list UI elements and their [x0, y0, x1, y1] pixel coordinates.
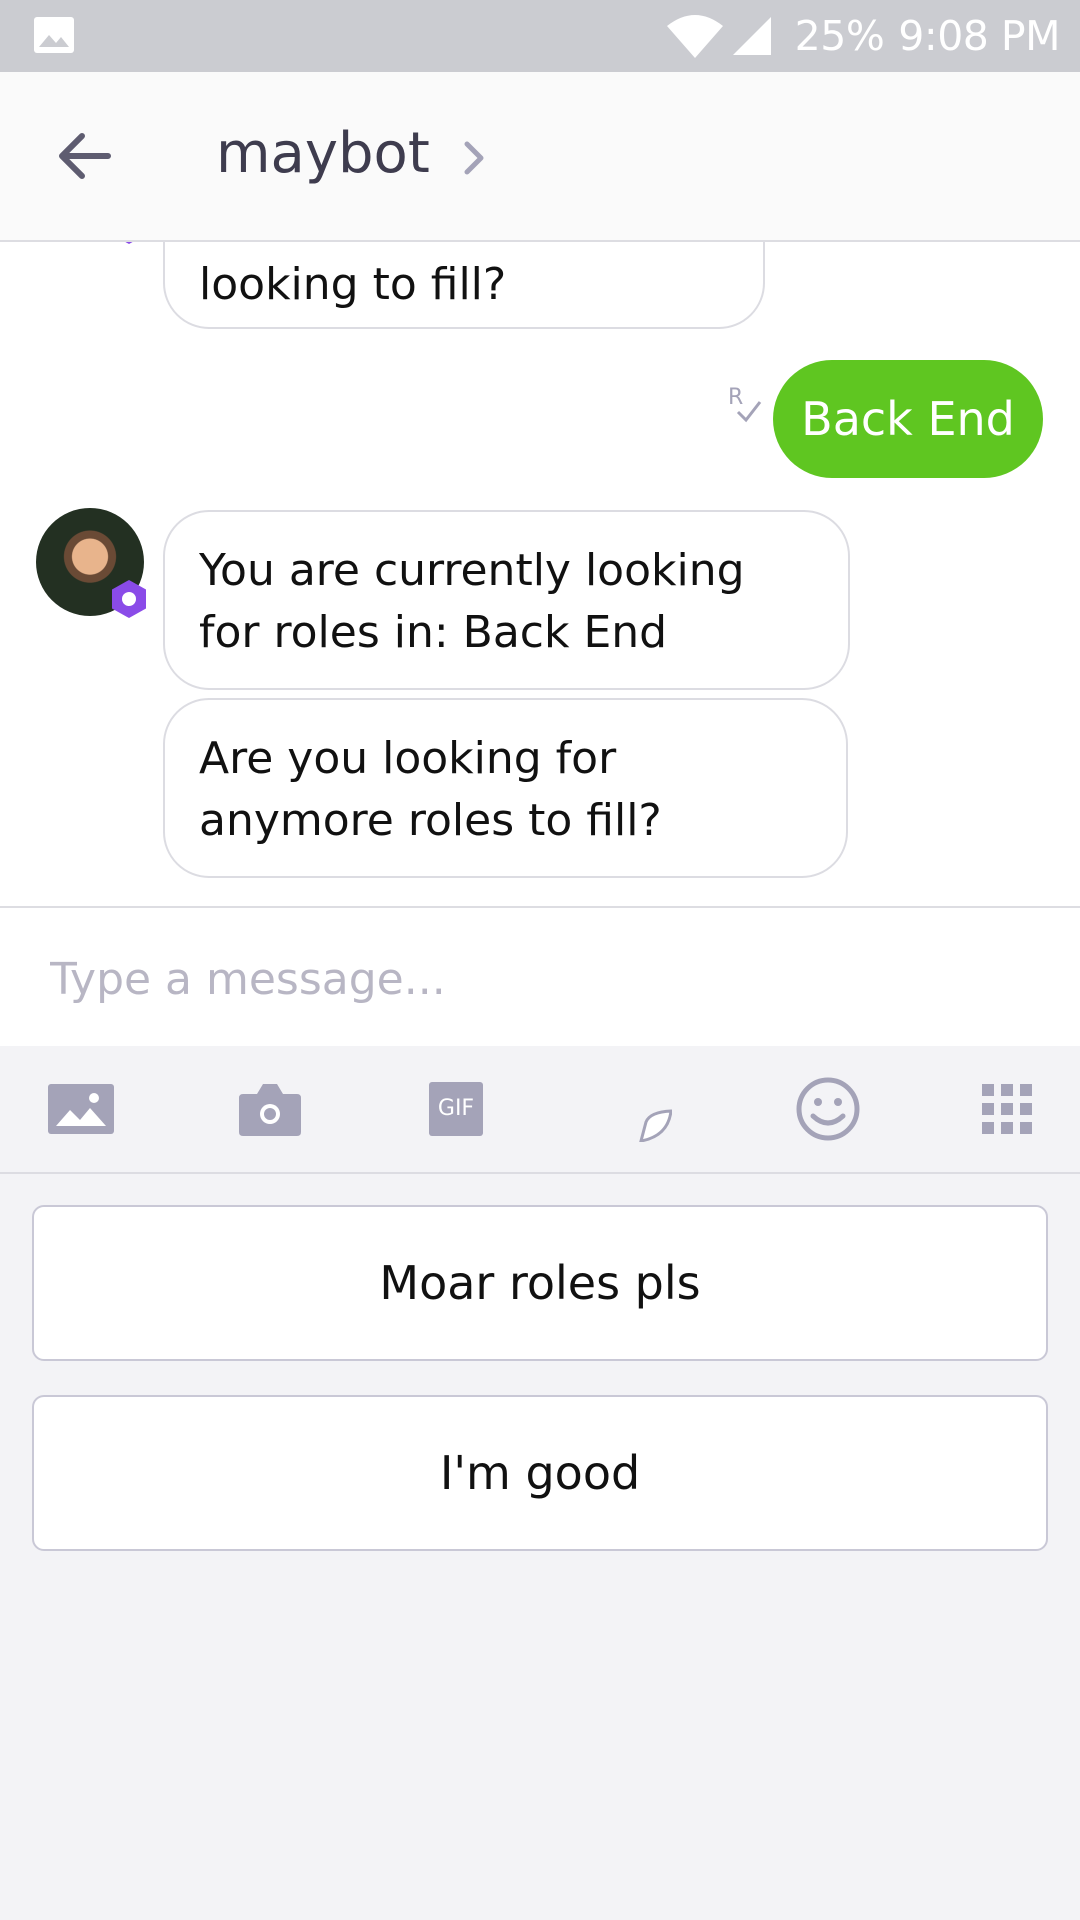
bot-message-bubble: Are you looking for anymore roles to fil…: [163, 698, 848, 878]
camera-icon[interactable]: [239, 1082, 301, 1136]
bot-avatar[interactable]: [36, 508, 146, 618]
arrow-left-icon[interactable]: [56, 130, 112, 182]
chat-title[interactable]: maybot: [216, 122, 430, 186]
quick-reply-button[interactable]: Moar roles pls: [32, 1205, 1048, 1361]
message-list[interactable]: looking to fill? R Back End You are curr…: [0, 242, 1080, 906]
bot-badge-icon: [125, 242, 133, 244]
battery-percent: 25%: [794, 12, 885, 60]
wifi-icon: [666, 15, 723, 58]
image-icon[interactable]: [48, 1084, 114, 1134]
apps-grid-icon[interactable]: [982, 1084, 1032, 1134]
read-receipt-icon: R: [728, 385, 762, 423]
status-text: 25% 9:08 PM: [794, 12, 1061, 60]
bot-message-bubble: You are currently looking for roles in: …: [163, 510, 850, 690]
gif-icon[interactable]: GIF: [429, 1082, 483, 1136]
chevron-right-icon[interactable]: [462, 138, 486, 178]
svg-text:R: R: [728, 385, 743, 410]
bot-message-bubble: looking to fill?: [163, 242, 765, 329]
bot-badge-icon: [112, 580, 146, 618]
clock: 9:08 PM: [898, 12, 1060, 60]
photo-icon: [34, 17, 74, 53]
quick-reply-button[interactable]: I'm good: [32, 1395, 1048, 1551]
signal-icon: [732, 17, 771, 55]
attachment-toolbar: GIF: [0, 1046, 1080, 1174]
user-message-bubble: Back End: [773, 360, 1043, 478]
composer: [0, 906, 1080, 1048]
sticker-icon[interactable]: [610, 1080, 672, 1142]
message-input[interactable]: [48, 944, 1032, 1014]
emoji-icon[interactable]: [795, 1076, 861, 1142]
chat-header: maybot: [0, 72, 1080, 242]
status-bar: 25% 9:08 PM: [0, 0, 1080, 72]
status-right: 25% 9:08 PM: [665, 0, 1060, 72]
